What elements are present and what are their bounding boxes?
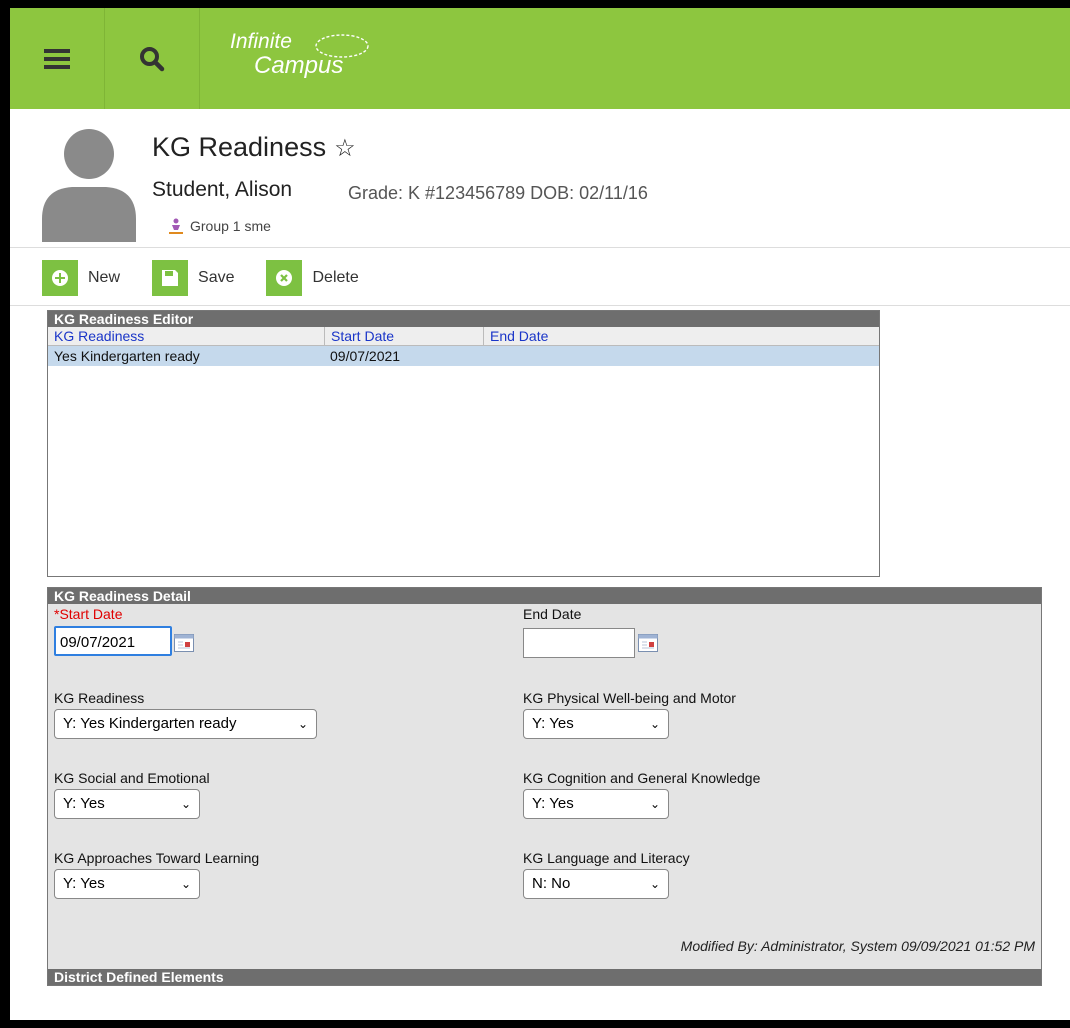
column-header-end-date[interactable]: End Date	[484, 327, 879, 345]
student-meta: Grade: K #123456789 DOB: 02/11/16	[348, 183, 648, 203]
star-icon[interactable]: ☆	[334, 135, 356, 162]
end-date-label: End Date	[523, 606, 582, 622]
divider	[10, 305, 1070, 306]
modified-by-text: Modified By: Administrator, System 09/09…	[680, 938, 1035, 954]
table-row[interactable]: Yes Kindergarten ready 09/07/2021	[48, 346, 879, 366]
kg-readiness-select[interactable]: Y: Yes Kindergarten ready ⌄	[54, 709, 317, 739]
cell-start-date: 09/07/2021	[330, 348, 401, 364]
language-label: KG Language and Literacy	[523, 850, 690, 866]
physical-label: KG Physical Well-being and Motor	[523, 690, 736, 706]
chevron-down-icon: ⌄	[180, 877, 191, 891]
search-icon	[140, 46, 165, 71]
social-label: KG Social and Emotional	[54, 770, 210, 786]
chevron-down-icon: ⌄	[297, 717, 308, 731]
approaches-label: KG Approaches Toward Learning	[54, 850, 260, 866]
approaches-select[interactable]: Y: Yes ⌄	[54, 869, 200, 899]
floppy-disk-icon	[162, 270, 179, 286]
cell-end-date	[482, 346, 879, 366]
top-bar: Infinite Campus	[10, 8, 1070, 109]
grid-header: KG Readiness Start Date End Date	[48, 327, 879, 346]
column-header-kg-readiness[interactable]: KG Readiness	[48, 327, 325, 345]
chevron-down-icon: ⌄	[180, 797, 191, 811]
cognition-label: KG Cognition and General Knowledge	[523, 770, 761, 786]
social-select[interactable]: Y: Yes ⌄	[54, 789, 200, 819]
chevron-down-icon: ⌄	[649, 877, 660, 891]
cognition-select[interactable]: Y: Yes ⌄	[523, 789, 669, 819]
chevron-down-icon: ⌄	[649, 797, 660, 811]
save-label: Save	[198, 269, 235, 286]
language-value: N: No	[532, 875, 571, 892]
approaches-value: Y: Yes	[63, 875, 105, 892]
x-circle-icon	[276, 270, 293, 286]
divider	[10, 247, 1070, 248]
action-toolbar: New Save Delete	[42, 259, 391, 297]
kg-readiness-editor: KG Readiness Editor KG Readiness Start D…	[47, 310, 880, 577]
new-button[interactable]: New	[42, 260, 120, 296]
person-group-icon	[169, 218, 183, 234]
language-select[interactable]: N: No ⌄	[523, 869, 669, 899]
page-title: KG Readiness ☆	[152, 132, 356, 163]
calendar-icon[interactable]	[174, 634, 194, 652]
group-label: Group 1 sme	[190, 218, 271, 234]
infinite-campus-logo: Infinite Campus	[230, 30, 369, 78]
cell-readiness: Yes Kindergarten ready	[54, 348, 200, 364]
physical-value: Y: Yes	[532, 715, 574, 732]
column-header-start-date[interactable]: Start Date	[325, 327, 484, 345]
menu-button[interactable]	[10, 8, 105, 109]
start-date-label: *Start Date	[54, 606, 123, 622]
start-date-input[interactable]: 09/07/2021	[54, 626, 172, 656]
calendar-icon[interactable]	[638, 634, 658, 652]
kg-readiness-value: Y: Yes Kindergarten ready	[63, 715, 237, 732]
kg-readiness-label: KG Readiness	[54, 690, 145, 706]
search-button[interactable]	[105, 8, 200, 109]
editor-header: KG Readiness Editor	[48, 311, 879, 327]
app-window: Infinite Campus KG Readiness ☆ Student, A…	[10, 8, 1070, 1020]
save-button[interactable]: Save	[152, 260, 234, 296]
logo-swoosh-icon	[315, 34, 369, 58]
delete-label: Delete	[312, 269, 359, 286]
plus-circle-icon	[52, 270, 68, 286]
chevron-down-icon: ⌄	[649, 717, 660, 731]
student-name: Student, Alison	[152, 178, 293, 201]
detail-header: KG Readiness Detail	[48, 588, 1041, 604]
cognition-value: Y: Yes	[532, 795, 574, 812]
avatar	[42, 129, 136, 242]
hamburger-icon	[44, 48, 70, 69]
page-title-text: KG Readiness	[152, 132, 327, 162]
social-value: Y: Yes	[63, 795, 105, 812]
district-defined-elements-header[interactable]: District Defined Elements	[48, 969, 1041, 985]
kg-readiness-detail: KG Readiness Detail *Start Date 09/07/20…	[47, 587, 1042, 986]
new-label: New	[88, 269, 121, 286]
end-date-input[interactable]	[523, 628, 635, 658]
group-info: Group 1 sme	[168, 218, 271, 234]
delete-button[interactable]: Delete	[266, 260, 359, 296]
physical-select[interactable]: Y: Yes ⌄	[523, 709, 669, 739]
